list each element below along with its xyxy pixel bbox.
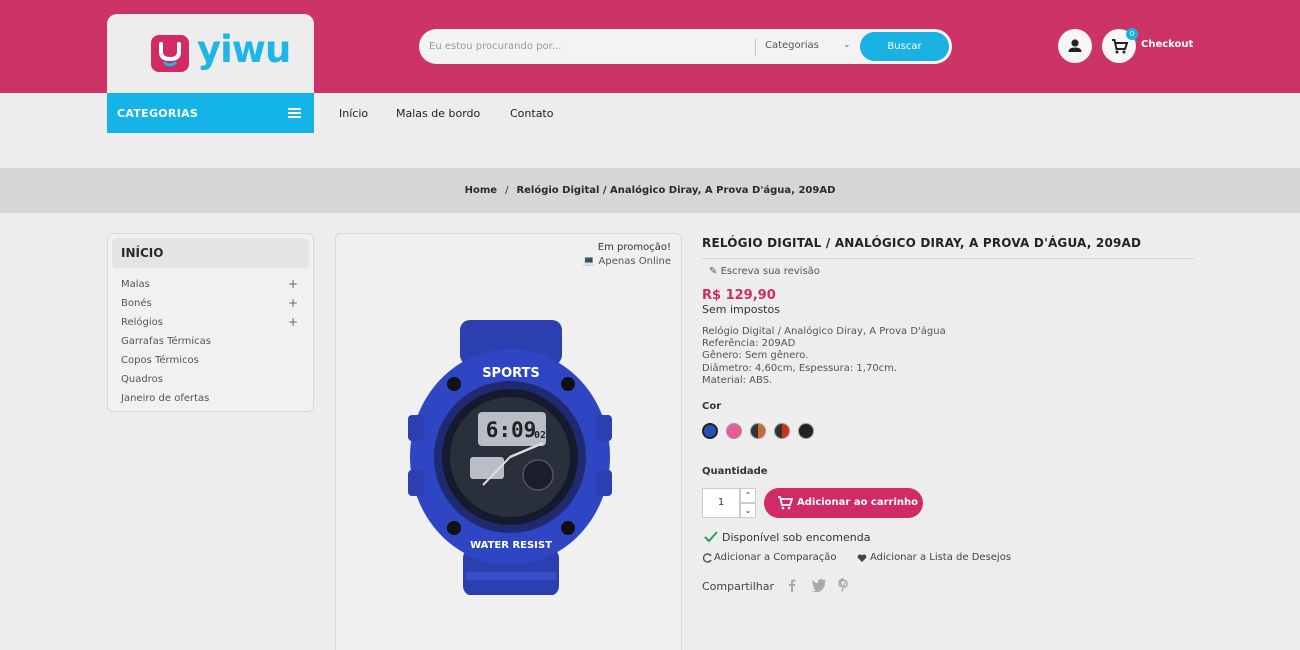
logo-text: yiwu [197, 28, 291, 71]
color-swatch-red[interactable] [774, 423, 790, 439]
description-line: Material: ABS. [702, 375, 773, 386]
quantity-input[interactable]: 1 [702, 488, 740, 518]
facebook-icon[interactable] [786, 578, 798, 592]
hamburger-menu-icon [288, 108, 301, 118]
expand-plus-icon[interactable]: + [288, 277, 298, 291]
promo-flag: Em promoção! [597, 242, 671, 253]
sidebar-item-bones[interactable]: Bonés [121, 298, 152, 309]
sidebar-item-copos-termicos[interactable]: Copos Térmicos [121, 355, 199, 366]
description-line: Referência: 209AD [702, 338, 796, 349]
pinterest-icon[interactable] [838, 578, 850, 592]
breadcrumb-separator: / [505, 185, 509, 196]
description-line: Diâmetro: 4,60cm, Espessura: 1,70cm. [702, 363, 898, 374]
cart-count-badge: 0 [1126, 28, 1138, 40]
watch-brand-text: SPORTS [482, 366, 540, 381]
search-divider [755, 38, 756, 56]
account-button[interactable] [1058, 29, 1092, 63]
add-to-compare-link[interactable]: Adicionar a Comparação [714, 552, 837, 563]
write-review-label: Escreva sua revisão [720, 266, 820, 277]
nav-item-malas-de-bordo[interactable]: Malas de bordo [396, 107, 480, 120]
product-price: R$ 129,90 [702, 288, 776, 303]
compare-icon [703, 553, 712, 563]
tax-label: Sem impostos [702, 303, 780, 316]
color-swatch-pink[interactable] [726, 423, 742, 439]
add-to-cart-label: Adicionar ao carrinho [797, 497, 919, 508]
quantity-label: Quantidade [702, 466, 768, 477]
write-review-link[interactable]: ✎ Escreva sua revisão [709, 266, 820, 277]
categories-menu-button[interactable]: CATEGORIAS [107, 93, 314, 133]
online-only-label: Apenas Online [598, 256, 671, 267]
categories-label: CATEGORIAS [117, 107, 199, 120]
category-sidebar: INÍCIO Malas + Bonés + Relógios + Garraf… [107, 233, 314, 412]
sidebar-header: INÍCIO [112, 238, 309, 268]
nav-item-inicio[interactable]: Início [339, 107, 368, 120]
pencil-icon: ✎ [709, 266, 721, 277]
sidebar-title[interactable]: INÍCIO [121, 246, 163, 260]
description-line: Relógio Digital / Analógico Diray, A Pro… [702, 326, 946, 337]
add-to-wishlist-link[interactable]: Adicionar a Lista de Desejos [870, 552, 1011, 563]
laptop-icon: 💻 [582, 256, 599, 267]
color-swatch-black[interactable] [798, 423, 814, 439]
product-image-watch[interactable]: 6:09 02 SPORTS WATER RESIST [408, 320, 613, 595]
expand-plus-icon[interactable]: + [288, 296, 298, 310]
watch-time-display: 6:09 [486, 418, 537, 442]
nav-item-contato[interactable]: Contato [510, 107, 553, 120]
sidebar-item-quadros[interactable]: Quadros [121, 374, 163, 385]
breadcrumb: Home / Relógio Digital / Analógico Diray, … [0, 185, 1300, 196]
quantity-decrease-button[interactable]: ⌄ [740, 503, 756, 518]
sidebar-item-janeiro-de-ofertas[interactable]: Janeiro de ofertas [121, 393, 209, 404]
sidebar-item-garrafas-termicas[interactable]: Garrafas Térmicas [121, 336, 211, 347]
description-line: Gênero: Sem gênero. [702, 350, 809, 361]
expand-plus-icon[interactable]: + [288, 315, 298, 329]
watch-seconds-display: 02 [534, 430, 546, 441]
breadcrumb-current[interactable]: Relógio Digital / Analógico Diray, A Pro… [516, 185, 835, 196]
share-label: Compartilhar [702, 580, 775, 593]
quantity-increase-button[interactable]: ⌃ [740, 488, 756, 503]
color-swatch-brown[interactable] [750, 423, 766, 439]
add-to-cart-button[interactable]: Adicionar ao carrinho [764, 488, 923, 518]
checkout-link[interactable]: Checkout [1141, 39, 1193, 50]
breadcrumb-home[interactable]: Home [465, 185, 497, 196]
availability-status: Disponível sob encomenda [722, 531, 871, 544]
heart-icon [857, 554, 867, 562]
product-title: RELÓGIO DIGITAL / ANALÓGICO DIRAY, A PRO… [702, 236, 1142, 250]
logo-icon [151, 35, 189, 72]
color-swatch-blue[interactable] [702, 423, 718, 439]
title-divider [702, 258, 1194, 259]
search-input[interactable] [429, 29, 749, 64]
watch-water-resist-text: WATER RESIST [470, 540, 552, 551]
sidebar-item-malas[interactable]: Malas [121, 279, 150, 290]
cart-icon [778, 496, 793, 510]
twitter-icon[interactable] [811, 578, 827, 592]
sidebar-item-relogios[interactable]: Relógios [121, 317, 163, 328]
user-icon [1068, 39, 1082, 52]
search-button[interactable]: Buscar [860, 32, 949, 61]
breadcrumb-bar: Home / Relógio Digital / Analógico Diray, … [0, 168, 1300, 213]
color-label: Cor [702, 401, 722, 412]
chevron-down-icon[interactable]: ⌄ [843, 40, 851, 50]
search-category-select[interactable]: Categorias [765, 40, 819, 51]
product-image-panel: Em promoção! 💻 Apenas Online 6:09 02 SPO… [335, 233, 682, 650]
online-only-flag: 💻 Apenas Online [583, 256, 671, 267]
search-bar: Categorias ⌄ Buscar [419, 29, 952, 64]
logo-box[interactable]: yiwu [107, 14, 314, 93]
check-icon [704, 531, 718, 543]
